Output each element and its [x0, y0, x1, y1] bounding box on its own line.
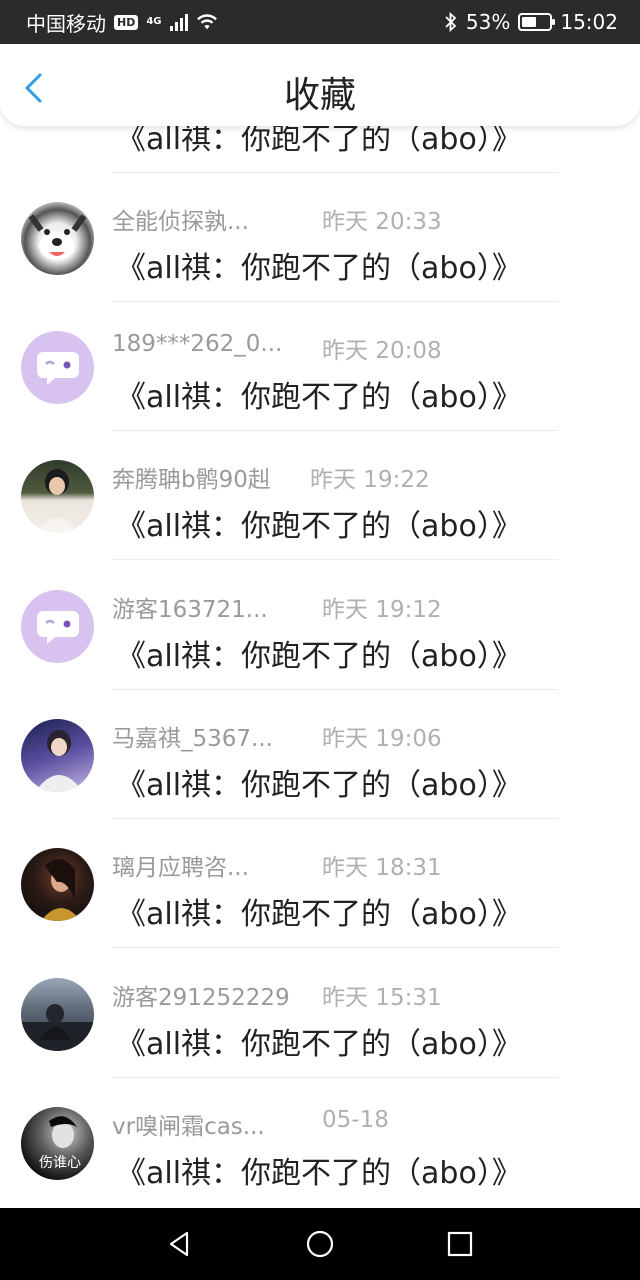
list-item[interactable]: 马嘉祺_5367... 昨天 19:06 《all祺：你跑不了的（abo）》 — [0, 690, 640, 819]
status-bar: 中国移动 HD 4G 53% 15:02 — [0, 0, 640, 44]
clock: 15:02 — [560, 10, 618, 34]
list-item[interactable]: 189***262_0... 昨天 20:08 《all祺：你跑不了的（abo）… — [0, 302, 640, 431]
battery-icon — [518, 13, 556, 31]
wifi-icon — [196, 14, 217, 30]
timestamp: 昨天 19:06 — [322, 726, 442, 752]
favorite-title: 《all祺：你跑不了的（abo）》 — [116, 897, 522, 932]
girl-photo-avatar[interactable] — [21, 460, 94, 533]
divider — [112, 947, 558, 948]
dark-portrait-avatar[interactable] — [21, 848, 94, 921]
username: 189***262_0... — [112, 331, 283, 357]
favorite-title: 《all祺：你跑不了的（abo）》 — [116, 509, 522, 544]
favorites-list[interactable]: 《all祺：你跑不了的（abo）》 全能侦探孰... 昨天 20:33 《all… — [0, 126, 640, 1208]
list-item[interactable]: 璃月应聘咨... 昨天 18:31 《all祺：你跑不了的（abo）》 — [0, 819, 640, 948]
list-item[interactable]: 游客291252229 昨天 15:31 《all祺：你跑不了的（abo）》 — [0, 949, 640, 1078]
avatar-caption: 伤谁心 — [39, 1155, 81, 1171]
timestamp: 昨天 19:12 — [322, 597, 442, 623]
timestamp: 昨天 18:31 — [322, 855, 442, 881]
timestamp: 昨天 20:33 — [322, 209, 442, 235]
idol-photo-avatar[interactable] — [21, 719, 94, 792]
favorite-title: 《all祺：你跑不了的（abo）》 — [116, 126, 522, 157]
favorite-title: 《all祺：你跑不了的（abo）》 — [116, 1027, 522, 1062]
username: 全能侦探孰... — [112, 209, 249, 235]
hd-icon: HD — [114, 14, 139, 30]
username: 游客291252229 — [112, 985, 290, 1011]
default-chat-avatar[interactable] — [21, 331, 94, 404]
username: 游客163721... — [112, 597, 268, 623]
network-type: 4G — [146, 16, 162, 27]
husky-dog-avatar[interactable] — [21, 202, 94, 275]
list-item[interactable]: 全能侦探孰... 昨天 20:33 《all祺：你跑不了的（abo）》 — [0, 173, 640, 302]
favorite-title: 《all祺：你跑不了的（abo）》 — [116, 1156, 522, 1191]
list-item[interactable]: 游客163721... 昨天 19:12 《all祺：你跑不了的（abo）》 — [0, 561, 640, 690]
username: 奔腾聃b鹘90赳 — [112, 467, 271, 493]
favorite-title: 《all祺：你跑不了的（abo）》 — [116, 251, 522, 286]
timestamp: 昨天 20:08 — [322, 338, 442, 364]
timestamp: 昨天 15:31 — [322, 985, 442, 1011]
system-nav-bar — [0, 1208, 640, 1280]
favorite-title: 《all祺：你跑不了的（abo）》 — [116, 380, 522, 415]
nav-home-icon[interactable] — [305, 1229, 335, 1259]
page-title: 收藏 — [283, 75, 356, 116]
list-item[interactable]: 伤谁心 vr嗅闸霜cas... 05-18 《all祺：你跑不了的（abo）》 — [0, 1078, 640, 1207]
battery-percent: 53% — [465, 10, 511, 34]
username: vr嗅闸霜cas... — [112, 1114, 265, 1140]
timestamp: 05-18 — [322, 1107, 389, 1133]
username: 马嘉祺_5367... — [112, 726, 273, 752]
bluetooth-icon — [445, 12, 457, 32]
divider — [112, 559, 558, 560]
list-item[interactable]: 《all祺：你跑不了的（abo）》 — [0, 126, 640, 173]
nav-recents-icon[interactable] — [445, 1229, 475, 1259]
app-header: 收藏 — [0, 44, 640, 126]
list-item[interactable]: 奔腾聃b鹘90赳 昨天 19:22 《all祺：你跑不了的（abo）》 — [0, 431, 640, 560]
nav-back-icon[interactable] — [165, 1229, 195, 1259]
timestamp: 昨天 19:22 — [310, 467, 430, 493]
night-scene-avatar[interactable] — [21, 978, 94, 1051]
signal-icon — [169, 13, 188, 31]
favorite-title: 《all祺：你跑不了的（abo）》 — [116, 768, 522, 803]
bw-portrait-avatar[interactable]: 伤谁心 — [21, 1107, 94, 1180]
default-chat-avatar[interactable] — [21, 590, 94, 663]
favorite-title: 《all祺：你跑不了的（abo）》 — [116, 639, 522, 674]
username: 璃月应聘咨... — [112, 855, 249, 881]
carrier-name: 中国移动 — [26, 11, 106, 36]
